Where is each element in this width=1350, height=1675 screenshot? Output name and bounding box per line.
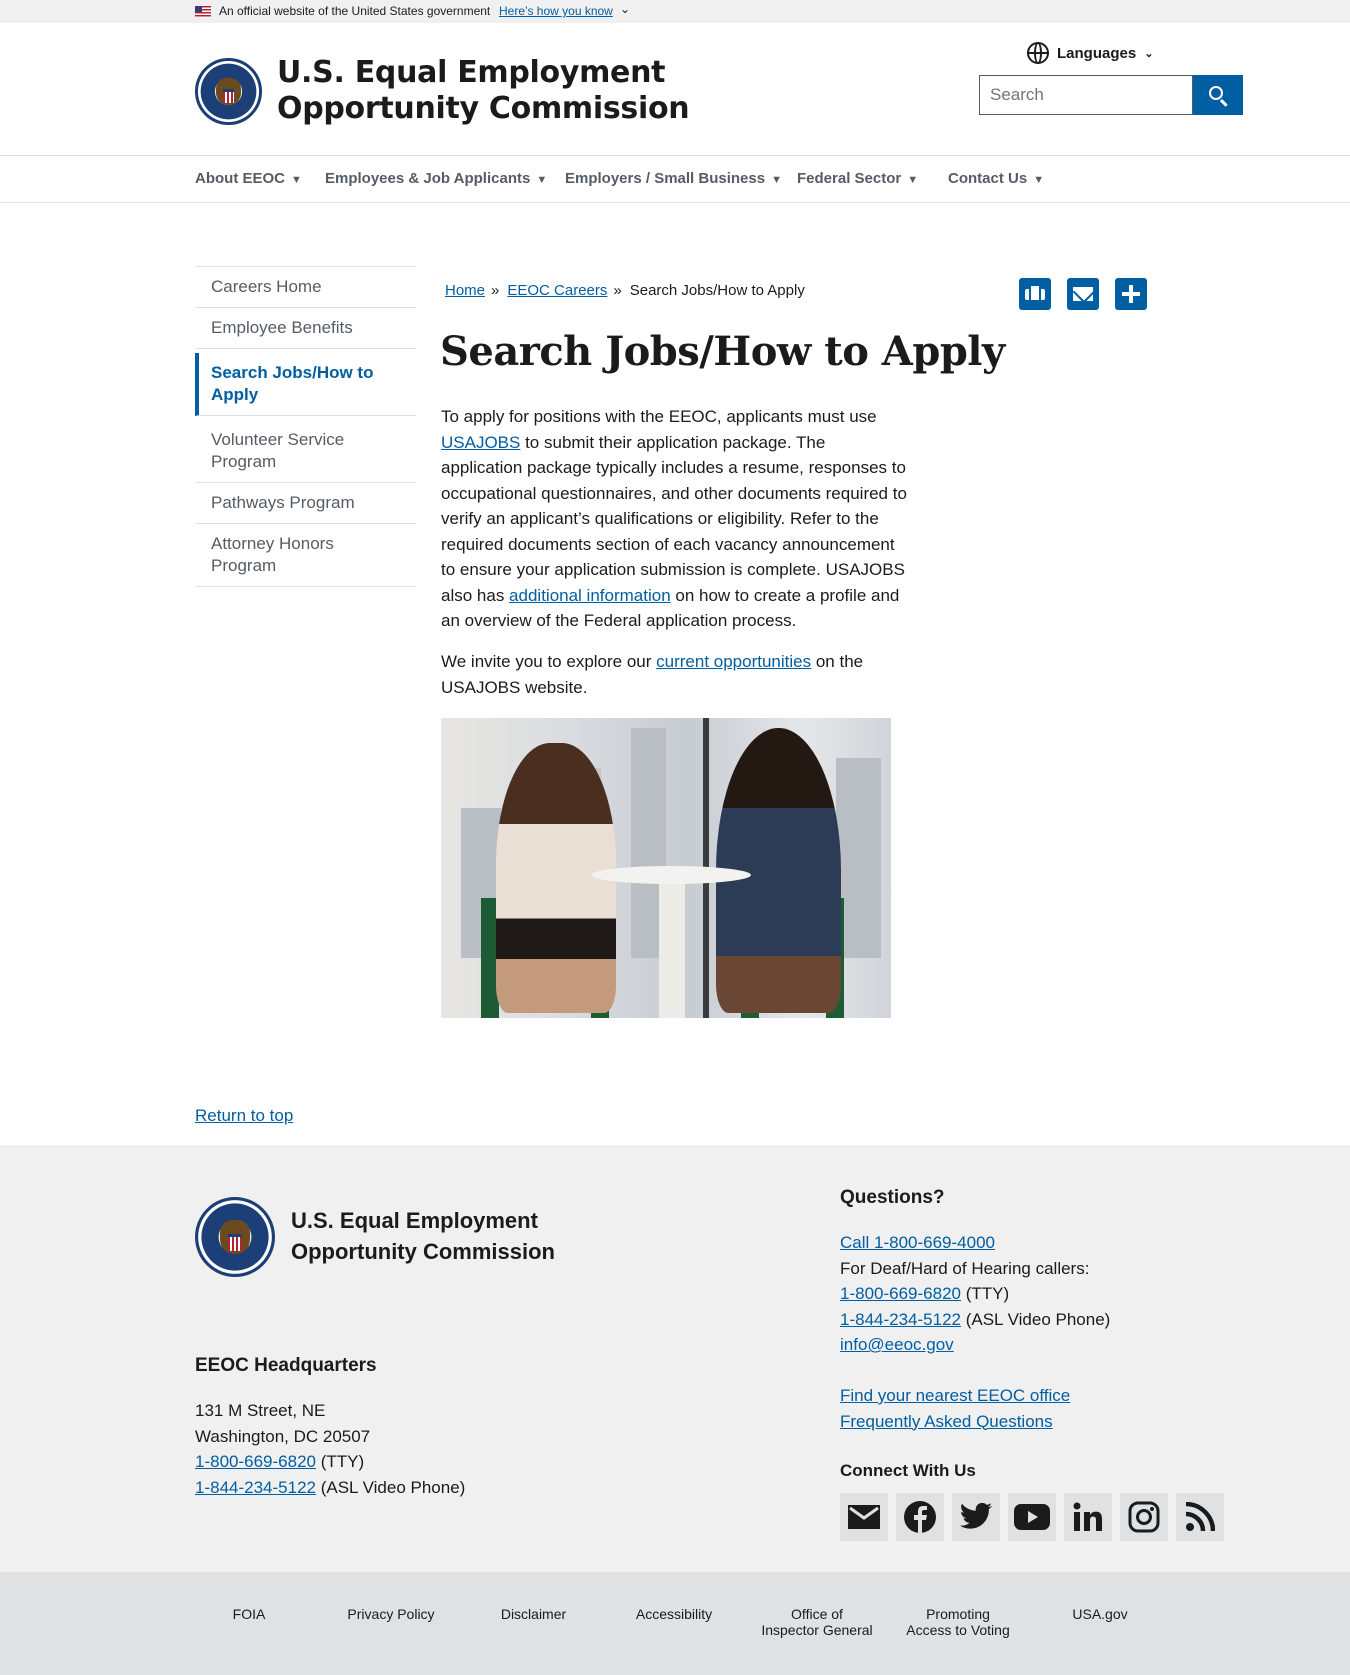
breadcrumb-current: Search Jobs/How to Apply <box>629 282 805 299</box>
search-input[interactable] <box>979 75 1193 115</box>
chevron-down-icon: ▼ <box>771 174 782 186</box>
eeoc-seal-logo[interactable] <box>195 58 262 125</box>
how-you-know-link[interactable]: Here’s how you know <box>499 4 613 18</box>
questions-contact: Call 1-800-669-4000 For Deaf/Hard of Hea… <box>840 1233 1111 1431</box>
inspector-general-link[interactable]: Office of Inspector General <box>756 1606 878 1638</box>
hq-heading: EEOC Headquarters <box>195 1355 377 1376</box>
page-title: Search Jobs/How to Apply <box>440 328 1005 375</box>
facebook-icon[interactable] <box>896 1493 944 1541</box>
disclaimer-link[interactable]: Disclaimer <box>482 1606 585 1622</box>
footer: U.S. Equal Employment Opportunity Commis… <box>0 1145 1350 1572</box>
sidenav-employee-benefits[interactable]: Employee Benefits <box>195 308 416 349</box>
twitter-icon[interactable] <box>952 1493 1000 1541</box>
nav-contact-us[interactable]: Contact Us ▼ <box>948 170 1044 187</box>
search-icon <box>1209 86 1223 100</box>
current-opportunities-link[interactable]: current opportunities <box>656 652 811 671</box>
usa-gov-link[interactable]: USA.gov <box>1060 1606 1140 1622</box>
chevron-down-icon: ▼ <box>1033 174 1045 186</box>
access-to-voting-link[interactable]: Promoting Access to Voting <box>897 1606 1019 1638</box>
bottom-bar: FOIA Privacy Policy Disclaimer Accessibi… <box>0 1572 1350 1675</box>
site-title[interactable]: U.S. Equal Employment Opportunity Commis… <box>277 55 690 127</box>
hq-tty-link[interactable]: 1-800-669-6820 <box>195 1452 316 1471</box>
breadcrumb-careers[interactable]: EEOC Careers <box>507 282 607 299</box>
languages-button[interactable]: Languages ⌄ <box>1027 42 1153 64</box>
intro-paragraph: To apply for positions with the EEOC, ap… <box>441 407 907 630</box>
nearest-office-link[interactable]: Find your nearest EEOC office <box>840 1386 1070 1405</box>
opportunities-paragraph: We invite you to explore our current opp… <box>441 652 864 697</box>
hq-asl-link[interactable]: 1-844-234-5122 <box>195 1478 316 1497</box>
return-to-top-link[interactable]: Return to top <box>195 1106 293 1126</box>
connect-heading: Connect With Us <box>840 1461 976 1480</box>
nav-employers-small-business[interactable]: Employers / Small Business ▼ <box>565 170 782 187</box>
share-plus-icon[interactable] <box>1115 278 1147 310</box>
youtube-icon[interactable] <box>1008 1493 1056 1541</box>
languages-label: Languages <box>1057 44 1137 62</box>
footer-site-title[interactable]: U.S. Equal Employment Opportunity Commis… <box>291 1205 555 1267</box>
asl-link[interactable]: 1-844-234-5122 <box>840 1310 961 1329</box>
email-icon[interactable] <box>840 1493 888 1541</box>
email-share-icon[interactable] <box>1067 278 1099 310</box>
interview-photo <box>441 718 891 1018</box>
privacy-policy-link[interactable]: Privacy Policy <box>331 1606 451 1622</box>
foia-link[interactable]: FOIA <box>209 1606 289 1622</box>
email-link[interactable]: info@eeoc.gov <box>840 1335 954 1354</box>
breadcrumb-home[interactable]: Home <box>445 282 485 299</box>
questions-heading: Questions? <box>840 1187 945 1208</box>
chevron-down-icon: ▼ <box>907 174 919 186</box>
accessibility-link[interactable]: Accessibility <box>624 1606 724 1622</box>
search-button[interactable] <box>1193 75 1243 115</box>
chevron-down-icon: ▼ <box>291 174 302 186</box>
sidenav-pathways[interactable]: Pathways Program <box>195 483 416 524</box>
sidenav-volunteer-service[interactable]: Volunteer Service Program <box>195 420 416 483</box>
tty-link[interactable]: 1-800-669-6820 <box>840 1284 961 1303</box>
gov-banner: An official website of the United States… <box>0 0 1350 23</box>
instagram-icon[interactable] <box>1120 1493 1168 1541</box>
hq-address: 131 M Street, NE Washington, DC 20507 1-… <box>195 1401 466 1497</box>
usajobs-link[interactable]: USAJOBS <box>441 433 520 452</box>
chevron-down-icon: ▼ <box>536 174 548 186</box>
us-flag-icon <box>195 6 211 17</box>
breadcrumb: Home» EEOC Careers» Search Jobs/How to App… <box>445 282 805 299</box>
nav-about-eeoc[interactable]: About EEOC ▼ <box>195 170 302 187</box>
chevron-down-icon: ⌄ <box>1144 47 1154 60</box>
eeoc-seal-logo-footer[interactable] <box>195 1197 275 1277</box>
sidenav-search-jobs-current[interactable]: Search Jobs/How to Apply <box>195 353 416 416</box>
side-nav: Careers Home Employee Benefits Search Jo… <box>195 266 416 587</box>
official-website-text: An official website of the United States… <box>219 4 491 18</box>
nav-employees-job-applicants[interactable]: Employees & Job Applicants ▼ <box>325 170 547 187</box>
main-nav: About EEOC ▼ Employees & Job Applicants ▼ … <box>0 155 1350 203</box>
sidenav-attorney-honors[interactable]: Attorney Honors Program <box>195 524 416 587</box>
additional-information-link[interactable]: additional information <box>509 586 671 605</box>
faq-link[interactable]: Frequently Asked Questions <box>840 1412 1053 1431</box>
linkedin-icon[interactable] <box>1064 1493 1112 1541</box>
rss-icon[interactable] <box>1176 1493 1224 1541</box>
print-icon[interactable] <box>1019 278 1051 310</box>
call-link[interactable]: Call 1-800-669-4000 <box>840 1233 995 1252</box>
nav-federal-sector[interactable]: Federal Sector ▼ <box>797 170 918 187</box>
globe-icon <box>1027 42 1049 64</box>
sidenav-careers-home[interactable]: Careers Home <box>195 267 416 308</box>
chevron-down-icon[interactable]: ⌄ <box>620 2 630 16</box>
